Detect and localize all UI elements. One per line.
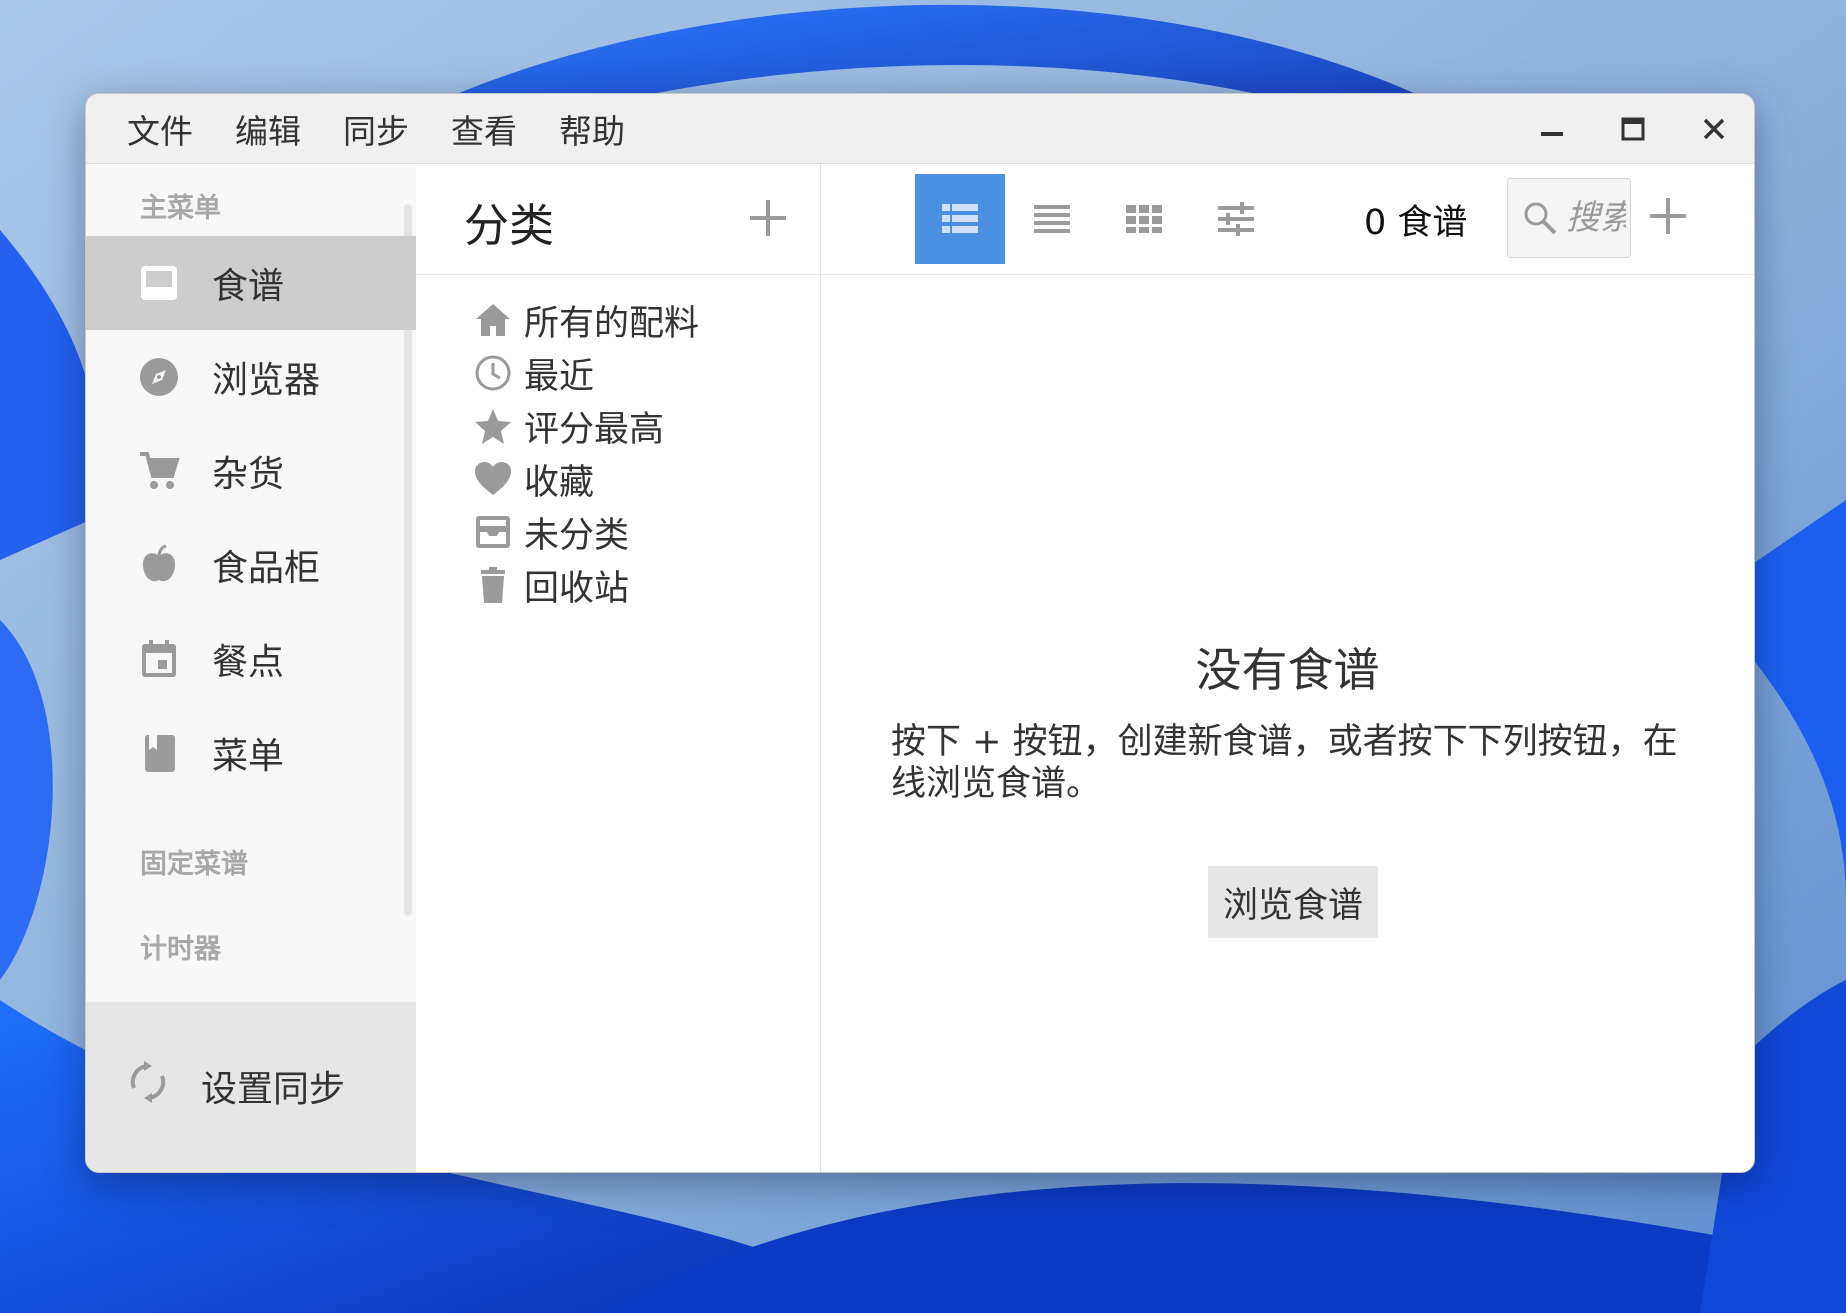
- apple-icon: [137, 543, 181, 587]
- sidebar-item-label: 浏览器: [212, 360, 321, 401]
- categories-panel: 分类 所有的配料 最近 评分最高 收藏 未分类 回收站: [416, 164, 821, 1172]
- sidebar-item-label: 食谱: [212, 266, 285, 307]
- sidebar-item-label: 食品柜: [212, 548, 321, 589]
- sidebar-item-groceries[interactable]: 杂货: [86, 424, 416, 518]
- search-input[interactable]: [1566, 179, 1626, 257]
- search-icon: [1524, 202, 1557, 235]
- grid-icon: [1126, 205, 1162, 233]
- category-favorites[interactable]: 收藏: [472, 453, 594, 505]
- menu-file[interactable]: 文件: [106, 105, 214, 153]
- category-label: 收藏: [524, 462, 595, 503]
- maximize-button[interactable]: [1592, 94, 1673, 163]
- sidebar-item-meals[interactable]: 餐点: [86, 612, 416, 706]
- home-icon: [472, 299, 514, 341]
- calendar-icon: [137, 637, 181, 681]
- plus-icon: [1650, 198, 1686, 234]
- empty-state-title: 没有食谱: [1195, 643, 1380, 697]
- heart-icon: [472, 458, 514, 500]
- category-top-rated[interactable]: 评分最高: [472, 400, 664, 452]
- sidebar-item-label: 杂货: [212, 454, 285, 495]
- category-label: 未分类: [524, 515, 630, 556]
- sliders-icon: [1218, 202, 1254, 236]
- view-list-button[interactable]: [1007, 174, 1097, 264]
- setup-sync-label: 设置同步: [201, 1069, 346, 1110]
- close-button[interactable]: [1673, 94, 1754, 163]
- add-category-button[interactable]: [744, 194, 792, 242]
- detailed-list-icon: [942, 204, 978, 233]
- main-panel: 0 食谱 没有食谱 按下 + 按钮，创建新食谱，或者按下下列按钮，在线浏览食谱。…: [821, 164, 1754, 1172]
- sidebar-item-menus[interactable]: 菜单: [86, 706, 416, 800]
- category-all-ingredients[interactable]: 所有的配料: [472, 294, 699, 346]
- categories-header: 分类: [416, 164, 820, 275]
- star-icon: [472, 405, 514, 447]
- sidebar-item-pantry[interactable]: 食品柜: [86, 518, 416, 612]
- inbox-icon: [137, 261, 181, 305]
- menubar: 文件 编辑 同步 查看 帮助: [86, 94, 1754, 164]
- main-toolbar: 0 食谱: [821, 164, 1754, 275]
- list-icon: [1034, 205, 1070, 233]
- app-window: 文件 编辑 同步 查看 帮助 主菜单 食谱 浏览器 杂货 食品柜 餐点 菜单 固…: [85, 93, 1755, 1173]
- categories-title: 分类: [464, 199, 555, 252]
- menu-sync[interactable]: 同步: [322, 105, 430, 153]
- recipe-count: 0 食谱: [1364, 203, 1468, 243]
- sync-panel[interactable]: 设置同步: [86, 1002, 416, 1172]
- plus-icon: [750, 200, 786, 236]
- compass-icon: [137, 355, 181, 399]
- view-detailed-list-button[interactable]: [915, 174, 1005, 264]
- category-label: 最近: [524, 356, 595, 397]
- menu-help[interactable]: 帮助: [538, 105, 646, 153]
- empty-state-text: 按下 + 按钮，创建新食谱，或者按下下列按钮，在线浏览食谱。: [891, 722, 1678, 804]
- sidebar-item-label: 餐点: [212, 642, 285, 683]
- sidebar: 主菜单 食谱 浏览器 杂货 食品柜 餐点 菜单 固定菜谱 计时器 设置同步: [86, 164, 416, 1172]
- close-icon: [1703, 118, 1724, 139]
- tray-icon: [472, 511, 514, 553]
- minimize-button[interactable]: [1511, 94, 1592, 163]
- category-label: 所有的配料: [524, 303, 700, 344]
- trash-icon: [472, 564, 514, 606]
- sidebar-item-label: 菜单: [212, 736, 285, 777]
- sidebar-item-recipes[interactable]: 食谱: [86, 236, 416, 330]
- menu-edit[interactable]: 编辑: [214, 105, 322, 153]
- menu-view[interactable]: 查看: [430, 105, 538, 153]
- empty-state: 没有食谱 按下 + 按钮，创建新食谱，或者按下下列按钮，在线浏览食谱。 浏览食谱: [821, 274, 1754, 1172]
- minimize-icon: [1540, 131, 1563, 136]
- section-pinned-recipes: 固定菜谱: [140, 849, 248, 880]
- section-main-menu: 主菜单: [140, 193, 221, 224]
- maximize-icon: [1621, 117, 1644, 140]
- section-timers: 计时器: [140, 934, 221, 965]
- clock-icon: [472, 352, 514, 394]
- cart-icon: [137, 449, 181, 493]
- browse-recipes-button[interactable]: 浏览食谱: [1208, 866, 1378, 938]
- category-trash[interactable]: 回收站: [472, 559, 629, 611]
- category-recent[interactable]: 最近: [472, 347, 594, 399]
- add-recipe-button[interactable]: [1644, 192, 1692, 240]
- sync-icon: [130, 1061, 166, 1103]
- book-icon: [137, 731, 181, 775]
- category-label: 回收站: [524, 568, 630, 609]
- search-box[interactable]: [1507, 178, 1631, 258]
- category-label: 评分最高: [524, 409, 665, 450]
- filter-settings-button[interactable]: [1191, 174, 1281, 264]
- view-grid-button[interactable]: [1099, 174, 1189, 264]
- sidebar-item-browser[interactable]: 浏览器: [86, 330, 416, 424]
- category-uncategorized[interactable]: 未分类: [472, 506, 629, 558]
